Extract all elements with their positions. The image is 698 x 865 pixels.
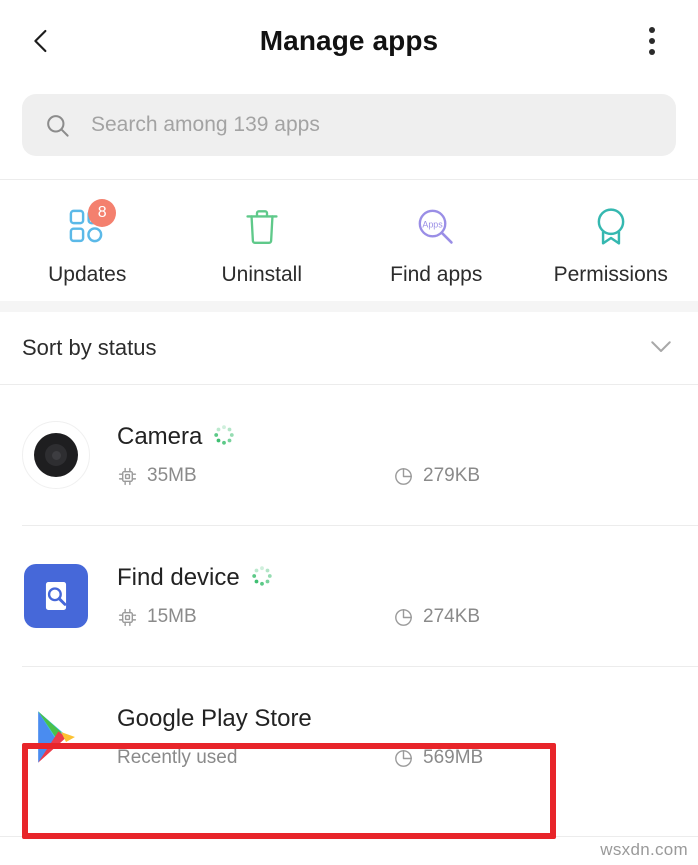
- manage-apps-screen: Manage apps Search among 139 apps 8 Upda…: [0, 0, 698, 865]
- app-bar: Manage apps: [0, 0, 698, 82]
- search-placeholder-text: Search among 139 apps: [91, 113, 320, 136]
- app-metrics: 15MB 274KB: [117, 606, 676, 628]
- cpu-chip-icon: [117, 466, 138, 487]
- google-play-icon: [22, 703, 90, 771]
- find-device-icon: [22, 562, 90, 630]
- quick-actions-bar: 8 Updates Uninstall Apps Find apps Permi…: [0, 180, 698, 301]
- app-info: Google Play Store Recently used 569MB: [117, 705, 676, 769]
- storage-value: 274KB: [423, 606, 481, 627]
- sort-label: Sort by status: [22, 335, 157, 360]
- app-subtitle: Recently used: [117, 747, 238, 768]
- overflow-menu-button[interactable]: [632, 18, 672, 64]
- quick-action-uninstall[interactable]: Uninstall: [175, 202, 350, 287]
- app-name-line: Google Play Store: [117, 705, 676, 733]
- svg-text:Apps: Apps: [423, 219, 444, 229]
- trash-icon: [235, 202, 289, 252]
- app-list-item-camera[interactable]: Camera 35MB 279KB: [0, 385, 698, 525]
- sort-selector[interactable]: Sort by status: [0, 312, 698, 384]
- watermark: wsxdn.com: [600, 840, 688, 859]
- quick-action-label: Permissions: [553, 263, 668, 286]
- app-name: Find device: [117, 564, 240, 591]
- bottom-divider: [0, 836, 698, 837]
- app-list: Camera 35MB 279KB Find device 15MB 274KB…: [0, 385, 698, 807]
- storage-pie-icon: [393, 607, 414, 628]
- overflow-menu-icon-dot: [649, 27, 655, 33]
- storage-metric: 569MB: [393, 747, 483, 769]
- quick-action-updates[interactable]: 8 Updates: [0, 199, 175, 287]
- quick-action-label: Uninstall: [221, 263, 303, 286]
- chevron-down-icon: [646, 331, 676, 366]
- app-info: Find device 15MB 274KB: [117, 564, 676, 628]
- storage-value: 279KB: [423, 465, 481, 486]
- overflow-menu-icon-dot: [649, 38, 655, 44]
- award-ribbon-icon: [584, 202, 638, 252]
- quick-action-label: Find apps: [390, 263, 483, 286]
- ram-value: 15MB: [147, 606, 197, 627]
- app-name-line: Camera: [117, 423, 676, 451]
- camera-lens-icon: [22, 421, 90, 489]
- quick-action-label: Updates: [48, 263, 127, 286]
- find-apps-magnifier-icon: Apps: [409, 202, 463, 252]
- updates-badge: 8: [88, 199, 117, 227]
- app-list-item-google-play-store[interactable]: Google Play Store Recently used 569MB: [0, 667, 698, 807]
- ram-value: 35MB: [147, 465, 197, 486]
- section-separator-band: [0, 301, 698, 312]
- search-input[interactable]: Search among 139 apps: [22, 94, 676, 156]
- cpu-chip-icon: [117, 607, 138, 628]
- storage-metric: 279KB: [393, 465, 480, 487]
- quick-action-permissions[interactable]: Permissions: [524, 202, 698, 287]
- app-info: Camera 35MB 279KB: [117, 423, 676, 487]
- app-metrics: 35MB 279KB: [117, 465, 676, 487]
- app-metrics: Recently used 569MB: [117, 747, 676, 769]
- back-button[interactable]: [26, 18, 72, 64]
- page-title: Manage apps: [259, 25, 439, 56]
- app-name: Google Play Store: [117, 705, 312, 732]
- storage-pie-icon: [393, 748, 414, 769]
- ram-metric: 15MB: [117, 606, 393, 628]
- storage-metric: 274KB: [393, 606, 480, 628]
- quick-action-find-apps[interactable]: Apps Find apps: [349, 202, 524, 287]
- app-list-item-find-device[interactable]: Find device 15MB 274KB: [0, 526, 698, 666]
- loading-spinner-icon: [251, 565, 273, 592]
- search-icon: [44, 112, 71, 139]
- chevron-left-icon: [26, 26, 56, 56]
- app-subtitle-status: Recently used: [117, 747, 393, 769]
- overflow-menu-icon-dot: [649, 49, 655, 55]
- storage-pie-icon: [393, 466, 414, 487]
- search-section: Search among 139 apps: [0, 82, 698, 156]
- app-name: Camera: [117, 423, 203, 450]
- ram-metric: 35MB: [117, 465, 393, 487]
- storage-value: 569MB: [423, 747, 484, 768]
- loading-spinner-icon: [213, 424, 235, 451]
- app-name-line: Find device: [117, 564, 676, 592]
- app-grid-icon: 8: [60, 199, 117, 252]
